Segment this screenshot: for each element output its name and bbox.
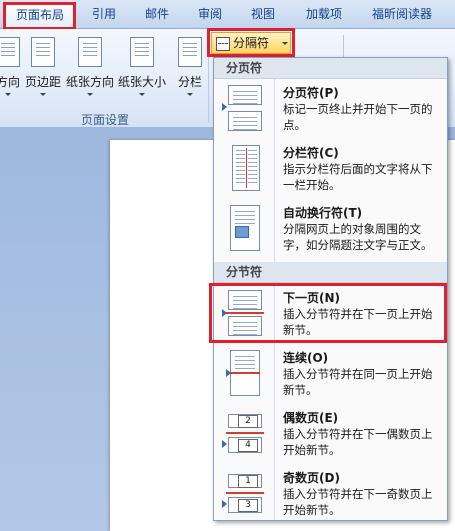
chevron-down-icon (5, 93, 11, 96)
menu-item-title: 偶数页(E) (283, 411, 339, 425)
breaks-button[interactable]: 分隔符 (211, 32, 291, 54)
menu-item-title: 分栏符(C) (283, 146, 339, 160)
menu-item-desc: 指示分栏符后面的文字将从下一栏开始。 (283, 162, 433, 192)
menu-item-desc: 插入分节符并在下一奇数页上开始新节。 (283, 487, 433, 517)
page-breaks-header: 分页符 (214, 58, 447, 79)
odd-page-icon: 1 3 (222, 470, 264, 516)
menu-item-desc: 标记一页终止并开始下一页的点。 (283, 102, 433, 132)
ribbon-tab-strip: 页面布局 引用 邮件 审阅 视图 加载项 福昕阅读器 (0, 0, 455, 29)
menu-item-desc: 插入分节符并在下一偶数页上开始新节。 (283, 427, 433, 457)
section-breaks-header: 分节符 (214, 262, 447, 283)
menu-item-title: 分页符(P) (283, 86, 339, 100)
paper-size-button[interactable]: 纸张大小 (118, 33, 166, 113)
page-setup-group-label: 页面设置 (80, 113, 129, 127)
page-orientation-icon (78, 37, 102, 67)
tab-review[interactable]: 审阅 (190, 3, 230, 25)
menu-item-title: 连续(O) (283, 351, 329, 365)
margins-label: 页边距 (24, 75, 61, 89)
page-break-icon (222, 85, 264, 131)
paper-size-icon (130, 37, 154, 67)
columns-icon (178, 37, 202, 67)
text-wrapping-icon (226, 205, 264, 251)
tab-view[interactable]: 视图 (243, 3, 283, 25)
menu-item-title: 自动换行符(T) (283, 206, 363, 220)
menu-item-title: 下一页(N) (283, 291, 341, 305)
column-break-icon (226, 145, 264, 191)
menu-item-column-break[interactable]: 分栏符(C) 指示分栏符后面的文字将从下一栏开始。 (214, 139, 447, 197)
chevron-down-icon (139, 93, 145, 96)
menu-item-desc: 插入分节符并在同一页上开始新节。 (283, 367, 433, 397)
menu-item-next-page[interactable]: 下一页(N) 插入分节符并在下一页上开始新节。 (214, 284, 447, 342)
margins-icon (31, 37, 55, 67)
chevron-down-icon (187, 93, 193, 96)
even-page-icon: 2 4 (222, 410, 264, 456)
page-orientation-label: 纸张方向 (65, 75, 114, 89)
breaks-label: 分隔符 (233, 36, 270, 50)
continuous-icon (226, 350, 264, 396)
next-page-icon (222, 290, 264, 336)
breaks-icon (216, 37, 230, 51)
tab-mailings[interactable]: 邮件 (137, 3, 177, 25)
menu-item-desc: 分隔网页上的对象周围的文字，如分隔题注文字与正文。 (283, 222, 433, 252)
margins-button[interactable]: 页边距 (23, 33, 63, 113)
tab-add-ins[interactable]: 加载项 (296, 3, 352, 25)
chevron-down-icon (87, 93, 93, 96)
menu-item-continuous[interactable]: 连续(O) 插入分节符并在同一页上开始新节。 (214, 344, 447, 402)
tab-references[interactable]: 引用 (84, 3, 124, 25)
orientation-icon (0, 37, 20, 67)
menu-item-title: 奇数页(D) (283, 471, 340, 485)
breaks-menu: 分页符 分页符(P) 标记一页终止并开始下一页的点。 分栏符(C) 指示分栏符后… (213, 57, 448, 521)
group-divider (208, 35, 209, 123)
menu-item-page-break[interactable]: 分页符(P) 标记一页终止并开始下一页的点。 (214, 79, 447, 137)
menu-item-text-wrapping-break[interactable]: 自动换行符(T) 分隔网页上的对象周围的文字，如分隔题注文字与正文。 (214, 199, 447, 257)
tab-page-layout[interactable]: 页面布局 (5, 3, 75, 27)
menu-item-even-page[interactable]: 2 4 偶数页(E) 插入分节符并在下一偶数页上开始新节。 (214, 404, 447, 462)
columns-button[interactable]: 分栏 (170, 33, 210, 113)
menu-item-odd-page[interactable]: 1 3 奇数页(D) 插入分节符并在下一奇数页上开始新节。 (214, 464, 447, 522)
page-orientation-button[interactable]: 纸张方向 (66, 33, 114, 113)
menu-item-desc: 插入分节符并在下一页上开始新节。 (283, 307, 433, 337)
tab-foxit-reader[interactable]: 福昕阅读器 (362, 3, 442, 25)
chevron-down-icon (40, 93, 46, 96)
chevron-down-icon (282, 42, 288, 45)
paper-size-label: 纸张大小 (117, 75, 166, 89)
